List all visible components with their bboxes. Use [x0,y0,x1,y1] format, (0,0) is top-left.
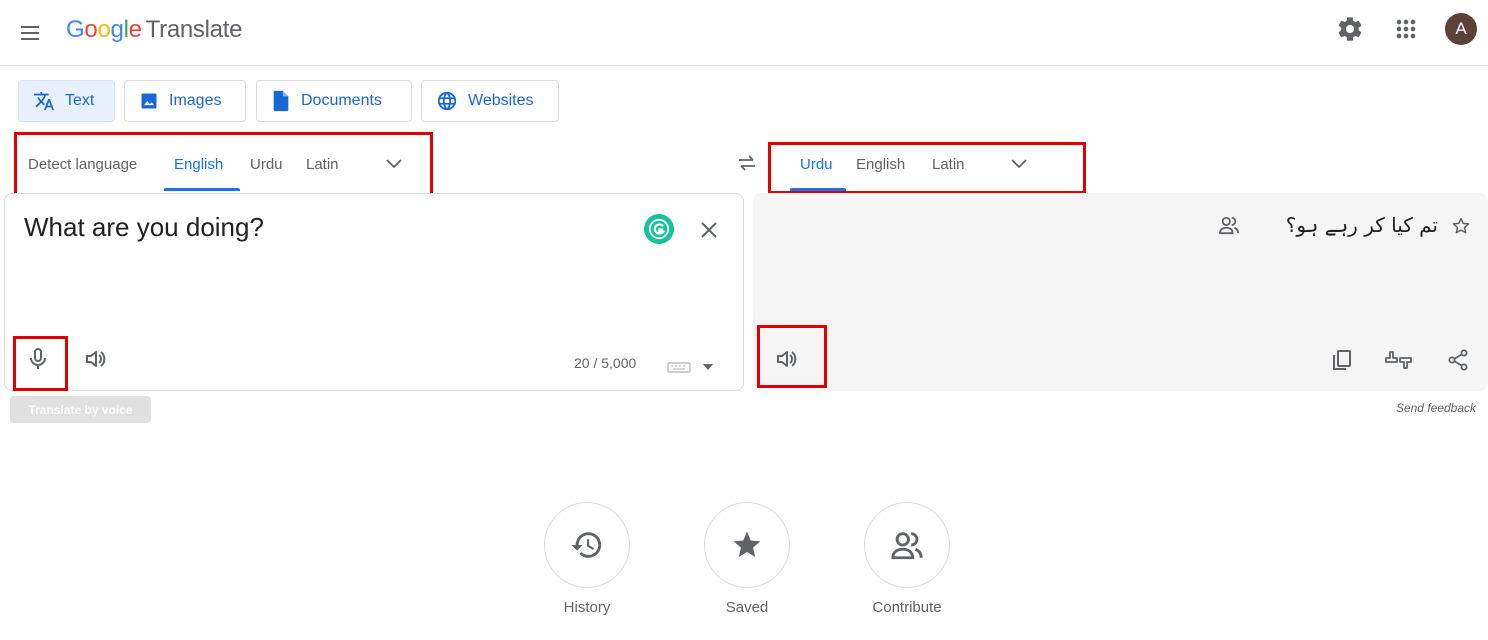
apps-grid-icon [1396,19,1416,39]
input-tools-button[interactable] [664,356,716,378]
send-feedback-link[interactable]: Send feedback [1396,401,1476,415]
globe-icon [437,91,457,111]
document-icon [273,90,289,112]
history-icon [571,532,602,558]
logo-letter: e [128,16,142,43]
settings-button[interactable] [1336,15,1364,43]
people-icon [891,532,923,560]
listen-source-button[interactable] [80,344,112,374]
account-avatar[interactable]: A [1445,13,1477,45]
verified-translation-badge[interactable] [1216,212,1242,238]
tab-websites-label: Websites [468,92,534,109]
thumbs-icon [1385,351,1412,369]
saved-label: Saved [725,599,769,616]
selected-target-language-indicator [790,188,846,191]
star-icon [733,531,761,557]
share-icon [1448,349,1468,371]
clear-source-button[interactable] [694,215,724,245]
contribute-label: Contribute [872,599,942,616]
logo-letter: o [84,16,98,43]
translation-output: تم کیا کر رہے ہو؟ [1285,213,1438,237]
lang-source-urdu[interactable]: Urdu [250,156,283,173]
logo-letter: o [97,16,111,43]
image-icon [141,93,157,109]
keyboard-icon [667,362,691,373]
lang-target-latin[interactable]: Latin [932,156,965,173]
rate-translation-button[interactable] [1382,344,1416,376]
main-menu-button[interactable] [18,20,46,46]
grammarly-button[interactable] [644,214,674,244]
tab-text-label: Text [65,92,95,109]
hamburger-menu-icon [21,26,39,40]
translate-by-voice-button[interactable] [22,342,54,376]
tab-websites[interactable]: Websites [421,80,559,122]
tab-text[interactable]: Text [18,80,115,122]
swap-languages-button[interactable] [732,150,762,176]
source-language-dropdown[interactable] [380,152,408,176]
contribute-button[interactable] [864,502,950,588]
grammarly-icon [648,218,670,240]
tab-images[interactable]: Images [124,80,246,122]
copy-translation-button[interactable] [1326,344,1358,376]
saved-button[interactable] [704,502,790,588]
logo-letter: G [66,16,85,43]
chevron-down-icon [386,159,402,169]
google-apps-button[interactable] [1392,15,1420,43]
tab-documents[interactable]: Documents [256,80,412,122]
chevron-down-icon [1011,159,1027,169]
swap-icon [739,155,755,171]
history-button[interactable] [544,502,630,588]
save-translation-button[interactable] [1448,213,1474,239]
microphone-icon [30,348,46,369]
lang-target-english[interactable]: English [856,156,905,173]
star-outline-icon [1452,217,1470,234]
history-label: History [563,599,611,616]
lang-detect-language[interactable]: Detect language [28,156,137,173]
character-count: 20 / 5,000 [574,355,637,371]
speaker-icon [777,351,797,367]
source-text-input[interactable]: What are you doing? [24,212,264,243]
logo-letter: g [110,16,124,43]
close-icon [701,222,717,238]
copy-icon [1333,350,1351,370]
google-translate-logo[interactable]: Google Translate [66,16,242,44]
tab-documents-label: Documents [301,92,382,109]
listen-translation-button[interactable] [770,344,804,374]
caret-down-icon [703,364,713,370]
lang-target-urdu[interactable]: Urdu [800,156,833,173]
product-name: Translate [145,16,243,43]
share-translation-button[interactable] [1442,344,1474,376]
people-icon [1218,216,1239,235]
speaker-icon [86,351,106,367]
voice-tooltip: Translate by voice [10,396,151,423]
selected-language-indicator [164,188,240,191]
target-language-dropdown[interactable] [1005,152,1033,176]
lang-source-english[interactable]: English [174,156,223,173]
translate-icon [33,91,55,111]
tab-images-label: Images [169,92,222,109]
top-bar: Google Translate A [0,0,1488,66]
gear-icon [1338,17,1362,41]
lang-source-latin[interactable]: Latin [306,156,339,173]
